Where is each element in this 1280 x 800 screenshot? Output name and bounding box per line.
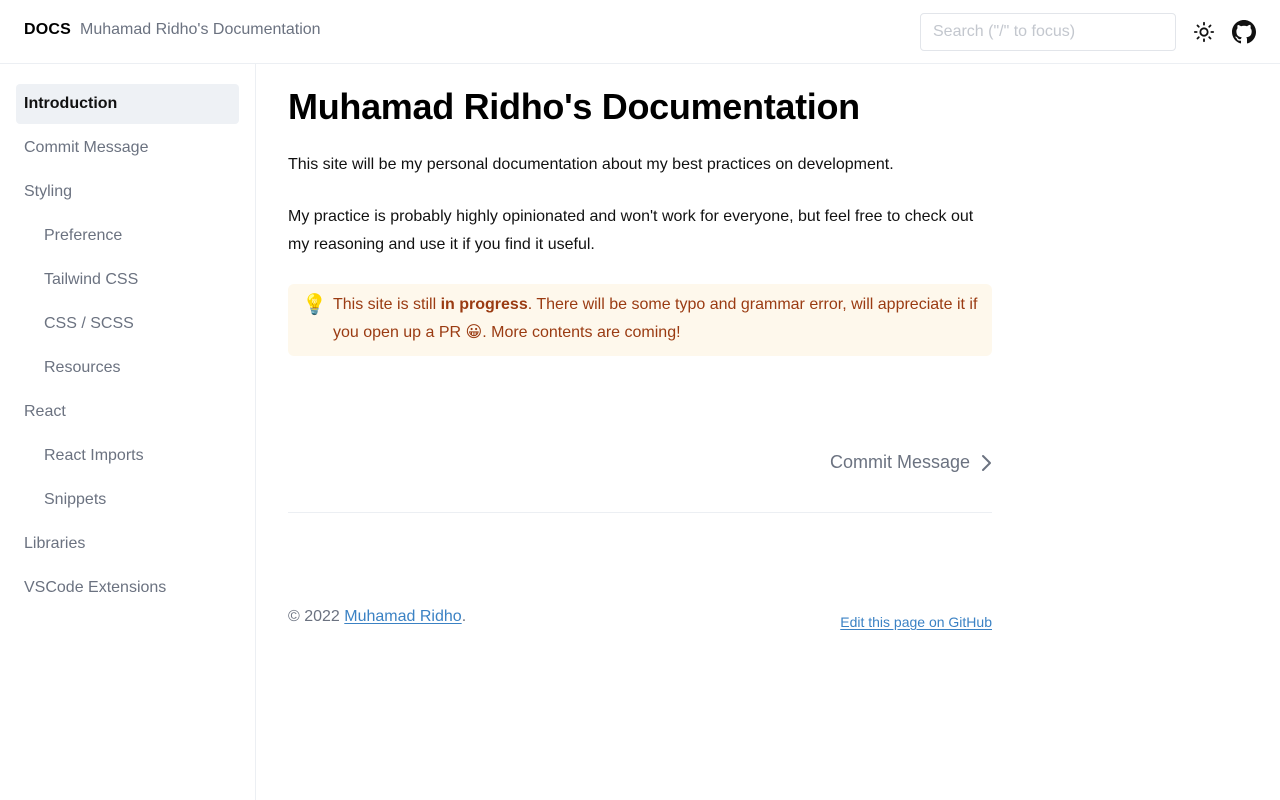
sidebar-item-snippets[interactable]: Snippets bbox=[16, 480, 239, 520]
next-page-label: Commit Message bbox=[829, 452, 970, 472]
edit-page: Edit this page on GitHub bbox=[840, 614, 992, 630]
copyright-suffix: . bbox=[461, 608, 467, 625]
next-page-link[interactable]: Commit Message bbox=[830, 452, 992, 473]
callout-text: This site is still in progress. There wi… bbox=[333, 291, 978, 347]
github-icon bbox=[1232, 20, 1256, 44]
sidebar-item-libraries[interactable]: Libraries bbox=[16, 524, 239, 564]
callout-text-before: This site is still bbox=[333, 296, 441, 313]
sidebar-item-commit-message[interactable]: Commit Message bbox=[16, 128, 239, 168]
sun-icon bbox=[1193, 21, 1215, 43]
callout-text-bold: in progress bbox=[440, 296, 528, 313]
sidebar-item-styling[interactable]: Styling bbox=[16, 172, 239, 212]
author-link[interactable]: Muhamad Ridho bbox=[344, 608, 461, 625]
practice-paragraph: My practice is probably highly opinionat… bbox=[288, 208, 974, 253]
sidebar-item-preference[interactable]: Preference bbox=[16, 216, 239, 256]
site-logo[interactable]: DOCS bbox=[24, 21, 71, 39]
sidebar-item-react-imports[interactable]: React Imports bbox=[16, 436, 239, 476]
content-divider bbox=[288, 512, 992, 513]
theme-toggle-button[interactable] bbox=[1192, 20, 1216, 44]
sidebar-item-tailwind-css[interactable]: Tailwind CSS bbox=[16, 260, 239, 300]
sidebar-item-react[interactable]: React bbox=[16, 392, 239, 432]
sidebar-item-css-scss[interactable]: CSS / SCSS bbox=[16, 304, 239, 344]
edit-on-github-link[interactable]: Edit this page on GitHub bbox=[840, 614, 992, 630]
site-title[interactable]: Muhamad Ridho's Documentation bbox=[80, 21, 321, 39]
search-input[interactable] bbox=[920, 13, 1176, 51]
sidebar-item-introduction[interactable]: Introduction bbox=[16, 84, 239, 124]
sidebar: Introduction Commit Message Styling Pref… bbox=[0, 64, 256, 800]
copyright-prefix: © 2022 bbox=[288, 608, 345, 625]
brand[interactable]: DOCS Muhamad Ridho's Documentation bbox=[24, 21, 321, 39]
github-button[interactable] bbox=[1232, 20, 1256, 44]
progress-callout: 💡 This site is still in progress. There … bbox=[288, 284, 992, 356]
sidebar-item-resources[interactable]: Resources bbox=[16, 348, 239, 388]
sidebar-item-vscode-extensions[interactable]: VSCode Extensions bbox=[16, 568, 239, 608]
intro-paragraph: This site will be my personal documentat… bbox=[288, 156, 894, 173]
chevron-right-icon bbox=[982, 455, 991, 471]
lightbulb-icon: 💡 bbox=[302, 294, 327, 316]
top-header: DOCS Muhamad Ridho's Documentation bbox=[0, 0, 1280, 64]
page-title: Muhamad Ridho's Documentation bbox=[288, 86, 860, 127]
copyright: © 2022 Muhamad Ridho. bbox=[288, 608, 466, 626]
